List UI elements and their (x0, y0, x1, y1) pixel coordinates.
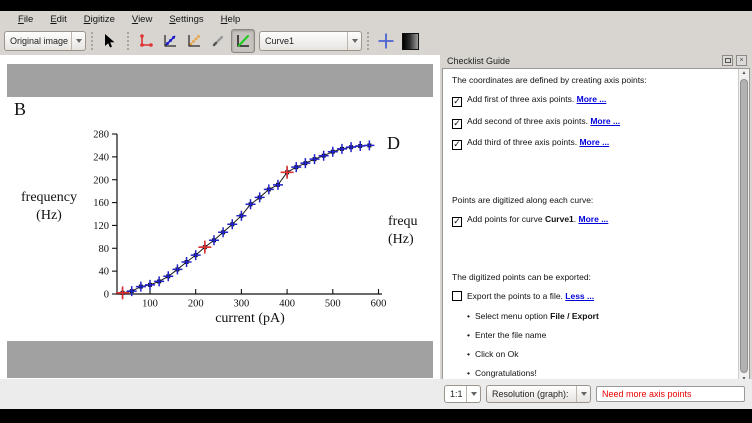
checklist-content: The coordinates are defined by creating … (442, 68, 750, 385)
checkbox-unchecked-icon[interactable] (452, 291, 462, 301)
checklist-item: •Click on Ok (452, 349, 727, 360)
svg-text:160: 160 (93, 198, 109, 209)
digitized-points[interactable] (118, 140, 375, 297)
checklist-item: •Congratulations! (452, 368, 727, 379)
crosshair-swatch (375, 30, 397, 52)
menu-item-edit[interactable]: Edit (50, 14, 66, 25)
checklist-item: ✓Add third of three axis points. More ..… (452, 137, 727, 150)
svg-text:400: 400 (279, 299, 295, 310)
chevron-down-icon (576, 386, 590, 402)
checkbox-checked-icon[interactable]: ✓ (452, 119, 462, 129)
checklist-item: ✓Add first of three axis points. More ..… (452, 94, 727, 107)
checklist-link[interactable]: More ... (579, 214, 609, 224)
curve-point-tool-button[interactable] (159, 30, 181, 52)
background-selector-value: Original image (5, 36, 71, 46)
checklist-item (452, 159, 727, 187)
curve-selector-combo[interactable]: Curve1 (259, 31, 362, 51)
checklist-item: •Enter the file name (452, 330, 727, 341)
checkbox-checked-icon[interactable]: ✓ (452, 97, 462, 107)
menu-item-file[interactable]: File (18, 14, 33, 25)
status-bar: 1:1 Resolution (graph): Need more axis p… (0, 379, 752, 409)
toolbar-separator (91, 32, 93, 50)
menu-item-settings[interactable]: Settings (169, 14, 203, 25)
checklist-item: The coordinates are defined by creating … (452, 75, 727, 86)
checklist-item: ✓Add points for curve Curve1. More ... (452, 214, 727, 227)
close-panel-icon[interactable]: × (736, 55, 747, 66)
status-message: Need more axis points (596, 386, 745, 402)
svg-text:40: 40 (99, 267, 110, 278)
bullet-icon: • (467, 368, 470, 378)
menu-item-view[interactable]: View (132, 14, 152, 25)
segment-fill-tool-button[interactable] (231, 29, 255, 53)
checklist-item: •Select menu option File / Export (452, 311, 727, 322)
point-match-icon (186, 33, 202, 49)
checklist-link[interactable]: More ... (577, 94, 607, 104)
menu-item-digitize[interactable]: Digitize (84, 14, 115, 25)
bullet-icon: • (467, 330, 470, 340)
checklist-item (452, 236, 727, 264)
chevron-down-icon (347, 32, 361, 50)
menu-bar: File Edit Digitize View Settings Help (0, 11, 752, 27)
checklist-guide-panel: Checklist Guide × The coordinates are de… (441, 55, 751, 385)
svg-text:200: 200 (93, 175, 109, 186)
bullet-icon: • (467, 349, 470, 359)
gradient-swatch (399, 30, 421, 52)
svg-text:300: 300 (234, 299, 250, 310)
app-window: File Edit Digitize View Settings Help Origina… (0, 11, 752, 409)
svg-text:280: 280 (93, 130, 109, 141)
svg-text:240: 240 (93, 152, 109, 163)
svg-text:200: 200 (188, 299, 204, 310)
chevron-down-icon (466, 386, 480, 402)
float-panel-icon[interactable] (722, 55, 733, 66)
axis-points-icon (138, 33, 154, 49)
checklist-item: The digitized points can be exported: (452, 272, 727, 283)
toolbar-separator (127, 32, 129, 50)
axis-point-markers[interactable] (116, 166, 294, 300)
select-tool-button[interactable] (99, 30, 121, 52)
zoom-combo[interactable]: 1:1 (444, 385, 481, 403)
checklist-link[interactable]: More ... (579, 137, 609, 147)
checklist-scrollbar[interactable]: ▲ ▼ (738, 69, 749, 384)
point-match-tool-button[interactable] (183, 30, 205, 52)
digitized-plot[interactable]: 0 40 80 120 160 200 240 280 100 200 300 400 500 600 (0, 55, 440, 379)
pen-stroke-icon (210, 33, 226, 49)
original-curve (121, 143, 372, 294)
background-selector-combo[interactable]: Original image (4, 31, 86, 51)
toolbar: Original image (0, 27, 752, 55)
svg-text:500: 500 (325, 299, 341, 310)
svg-text:120: 120 (93, 221, 109, 232)
checklist-link[interactable]: Less ... (565, 291, 594, 301)
gradient-square-icon (402, 33, 419, 50)
graph-canvas[interactable]: B D frequency(Hz) frequ(Hz) current (pA)… (0, 55, 440, 379)
panel-title: Checklist Guide (447, 56, 510, 66)
scrollbar-thumb[interactable] (740, 79, 748, 373)
menu-item-help[interactable]: Help (221, 14, 241, 25)
checklist-item: Points are digitized along each curve: (452, 195, 727, 206)
svg-text:100: 100 (142, 299, 158, 310)
checkbox-checked-icon[interactable]: ✓ (452, 140, 462, 150)
checklist-item: ✓Add second of three axis points. More .… (452, 116, 727, 129)
resolution-label: Resolution (graph): (487, 389, 576, 399)
segment-point-tool-button[interactable] (207, 30, 229, 52)
zoom-value: 1:1 (445, 389, 466, 399)
segment-fill-icon (235, 33, 251, 49)
resolution-combo[interactable]: Resolution (graph): (486, 385, 591, 403)
chevron-down-icon (71, 32, 85, 50)
checklist-link[interactable]: More ... (590, 116, 620, 126)
svg-text:600: 600 (371, 299, 387, 310)
plot-axes: 0 40 80 120 160 200 240 280 100 200 300 400 500 600 (93, 130, 386, 310)
svg-text:80: 80 (99, 244, 110, 255)
toolbar-separator (367, 32, 369, 50)
curve-selector-value: Curve1 (260, 36, 347, 46)
crosshair-icon (377, 32, 395, 50)
svg-text:0: 0 (104, 290, 109, 301)
cursor-arrow-icon (102, 33, 118, 49)
bullet-icon: • (467, 311, 470, 321)
axis-point-tool-button[interactable] (135, 30, 157, 52)
checklist-item: Export the points to a file. Less ... (452, 291, 727, 302)
checkbox-checked-icon[interactable]: ✓ (452, 217, 462, 227)
curve-points-icon (162, 33, 178, 49)
scroll-up-icon[interactable]: ▲ (739, 69, 749, 78)
